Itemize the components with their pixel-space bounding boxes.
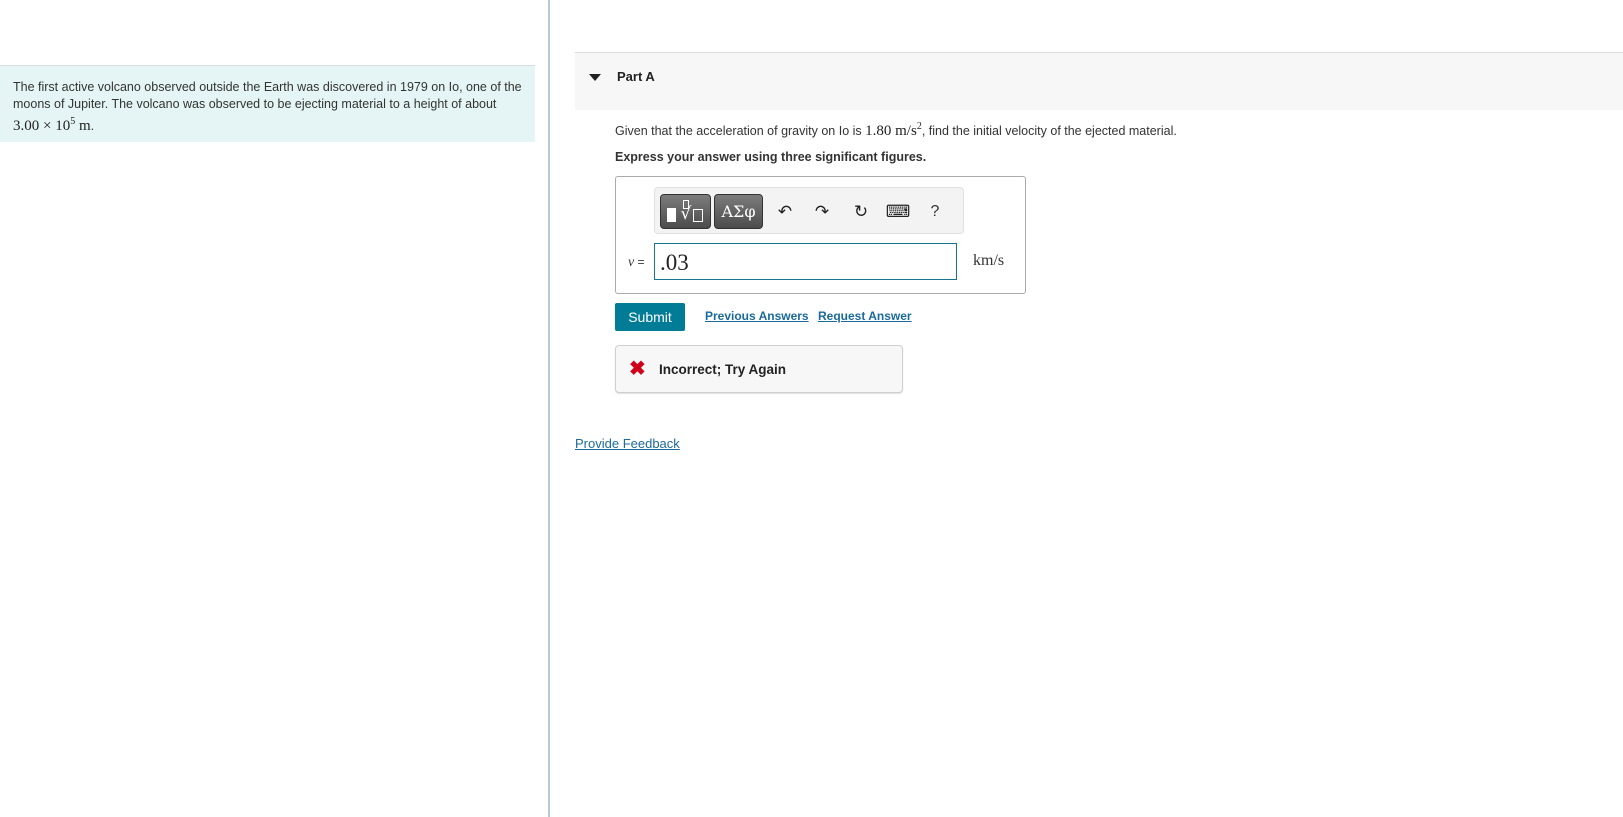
reset-icon[interactable]: ↻ <box>849 200 873 224</box>
part-a-header[interactable]: Part A <box>575 52 1623 110</box>
request-answer-link[interactable]: Request Answer <box>818 309 912 323</box>
previous-answers-link[interactable]: Previous Answers <box>705 309 809 323</box>
math-toolbar: √ ΑΣφ ↶ ↷ ↻ ⌨ ? <box>654 187 964 234</box>
provide-feedback-link[interactable]: Provide Feedback <box>575 436 680 451</box>
answer-unit: km/s <box>973 252 1005 269</box>
templates-button[interactable]: √ <box>660 194 711 229</box>
template-block-icon <box>666 207 676 222</box>
height-base: 10 <box>55 118 71 134</box>
question-before: Given that the acceleration of gravity o… <box>615 124 866 138</box>
answer-container: √ ΑΣφ ↶ ↷ ↻ ⌨ ? v = km/s <box>615 176 1026 294</box>
feedback-message-box: ✖ Incorrect; Try Again <box>615 345 903 393</box>
intro-height-value: 3.00 × 105 m <box>13 116 91 134</box>
keyboard-icon[interactable]: ⌨ <box>886 200 911 224</box>
incorrect-x-icon: ✖ <box>629 358 646 380</box>
part-title: Part A <box>617 69 655 84</box>
question-after: , find the initial velocity of the eject… <box>921 124 1177 138</box>
symbols-button[interactable]: ΑΣφ <box>714 194 763 229</box>
height-unit: m <box>78 118 91 134</box>
help-icon[interactable]: ? <box>923 200 947 224</box>
height-coefficient: 3.00 <box>13 118 40 134</box>
variable-label: v = <box>628 255 645 271</box>
gravity-unit: m/s <box>895 123 917 139</box>
intro-text: The first active volcano observed outsid… <box>13 80 522 111</box>
problem-intro: The first active volcano observed outsid… <box>0 65 535 142</box>
feedback-message: Incorrect; Try Again <box>659 362 787 377</box>
gravity-number: 1.80 <box>865 123 892 139</box>
gravity-value: 1.80 m/s2 <box>865 121 922 139</box>
answer-instruction: Express your answer using three signific… <box>615 150 927 164</box>
problem-intro-pane: The first active volcano observed outsid… <box>0 0 548 817</box>
question-text: Given that the acceleration of gravity o… <box>615 121 1177 140</box>
question-pane: Part A Given that the acceleration of gr… <box>550 0 1623 817</box>
times-symbol: × <box>43 118 52 134</box>
submit-button[interactable]: Submit <box>615 303 685 331</box>
height-exponent: 5 <box>70 116 76 127</box>
undo-icon[interactable]: ↶ <box>773 200 797 224</box>
answer-input[interactable] <box>654 243 957 280</box>
intro-period: . <box>90 119 95 133</box>
redo-icon[interactable]: ↷ <box>810 200 834 224</box>
equals-sign: = <box>634 255 645 269</box>
nth-root-icon: √ <box>679 199 705 224</box>
collapse-triangle-icon[interactable] <box>589 74 601 84</box>
